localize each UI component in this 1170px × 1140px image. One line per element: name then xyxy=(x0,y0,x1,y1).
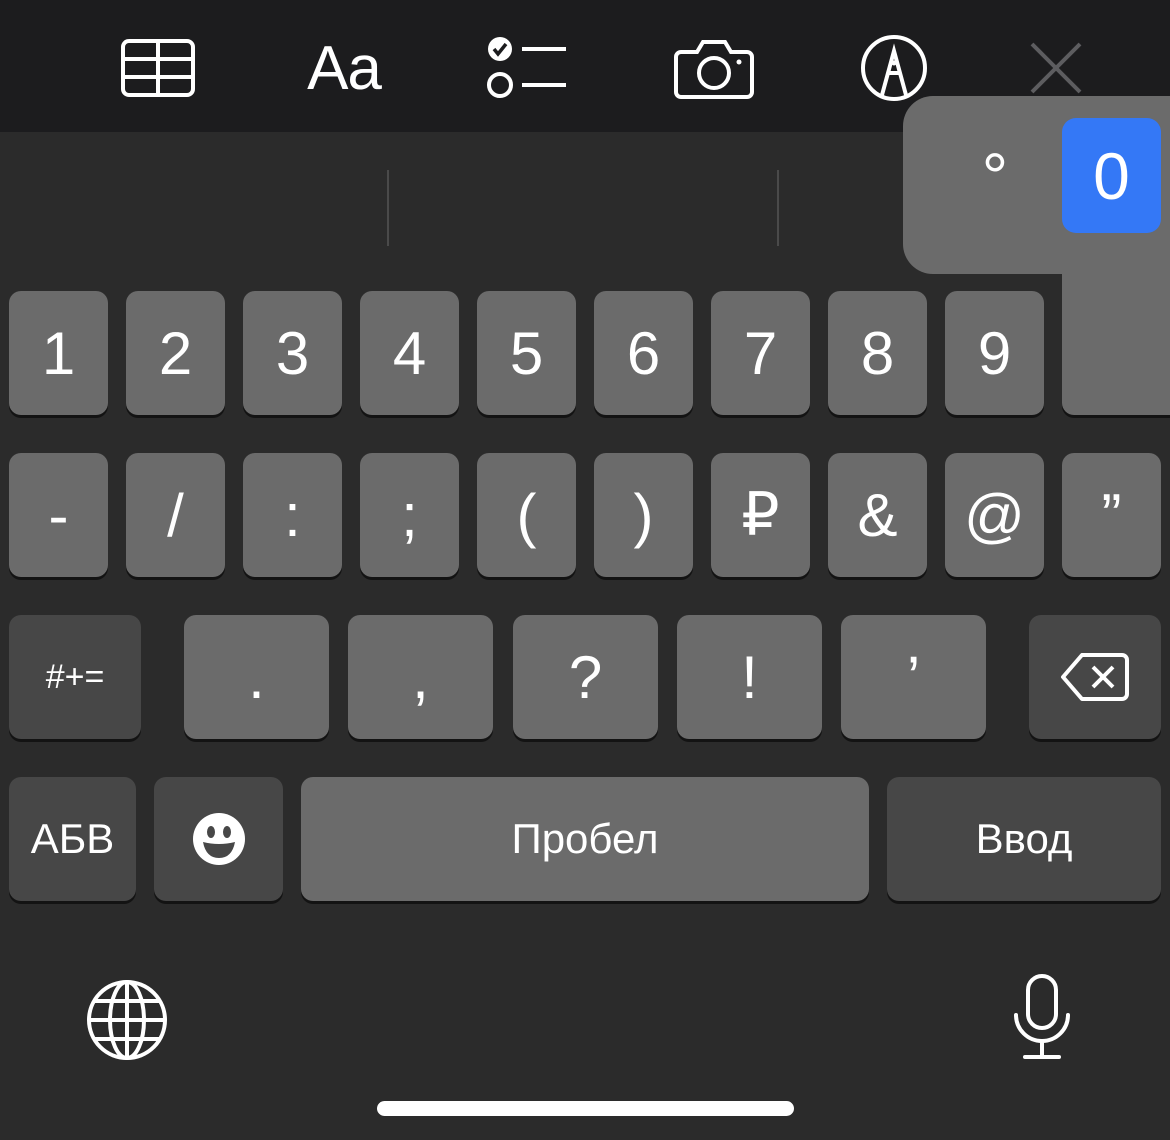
backspace-icon xyxy=(1061,653,1129,701)
key-close-paren[interactable]: ) xyxy=(594,453,693,577)
key-2[interactable]: 2 xyxy=(126,291,225,415)
camera-button[interactable] xyxy=(670,28,758,108)
key-7[interactable]: 7 xyxy=(711,291,810,415)
key-quote[interactable]: ” xyxy=(1062,453,1161,577)
globe-icon xyxy=(87,980,167,1060)
space-key[interactable]: Пробел xyxy=(301,777,869,901)
key-colon[interactable]: : xyxy=(243,453,342,577)
key-apostrophe[interactable]: ’ xyxy=(841,615,986,739)
key-1[interactable]: 1 xyxy=(9,291,108,415)
alphabet-key[interactable]: АБВ xyxy=(9,777,136,901)
home-indicator[interactable] xyxy=(377,1101,794,1116)
pen-tip-icon xyxy=(861,35,927,101)
key-5[interactable]: 5 xyxy=(477,291,576,415)
key-at[interactable]: @ xyxy=(945,453,1044,577)
key-hyphen[interactable]: - xyxy=(9,453,108,577)
suggestion-divider xyxy=(387,170,389,246)
microphone-button[interactable] xyxy=(1000,970,1084,1064)
key-question[interactable]: ? xyxy=(513,615,658,739)
close-icon xyxy=(1030,42,1082,94)
globe-button[interactable] xyxy=(82,975,172,1065)
key-slash[interactable]: / xyxy=(126,453,225,577)
key-9[interactable]: 9 xyxy=(945,291,1044,415)
key-open-paren[interactable]: ( xyxy=(477,453,576,577)
text-format-button[interactable]: Aa xyxy=(300,28,388,108)
key-popup-stem xyxy=(1062,270,1170,310)
return-key[interactable]: Ввод xyxy=(887,777,1161,901)
camera-icon xyxy=(674,40,754,99)
table-icon xyxy=(121,39,195,97)
key-semicolon[interactable]: ; xyxy=(360,453,459,577)
more-symbols-key[interactable]: #+= xyxy=(9,615,141,739)
key-4[interactable]: 4 xyxy=(360,291,459,415)
key-ruble[interactable]: ₽ xyxy=(711,453,810,577)
popup-option-zero[interactable]: 0 xyxy=(1062,118,1161,233)
key-alternates-popup: ° 0 xyxy=(903,96,1170,274)
popup-option-degree[interactable]: ° xyxy=(945,118,1045,233)
table-button[interactable] xyxy=(114,28,202,108)
emoji-icon xyxy=(192,813,245,865)
key-ampersand[interactable]: & xyxy=(828,453,927,577)
key-exclamation[interactable]: ! xyxy=(677,615,822,739)
key-period[interactable]: . xyxy=(184,615,329,739)
microphone-icon xyxy=(1014,974,1070,1059)
backspace-key[interactable] xyxy=(1029,615,1161,739)
checklist-icon xyxy=(487,37,566,98)
suggestion-divider xyxy=(777,170,779,246)
checklist-button[interactable] xyxy=(484,28,572,108)
key-3[interactable]: 3 xyxy=(243,291,342,415)
key-comma[interactable]: , xyxy=(348,615,493,739)
text-format-icon: Aa xyxy=(307,33,382,103)
key-6[interactable]: 6 xyxy=(594,291,693,415)
emoji-key[interactable] xyxy=(154,777,283,901)
key-8[interactable]: 8 xyxy=(828,291,927,415)
